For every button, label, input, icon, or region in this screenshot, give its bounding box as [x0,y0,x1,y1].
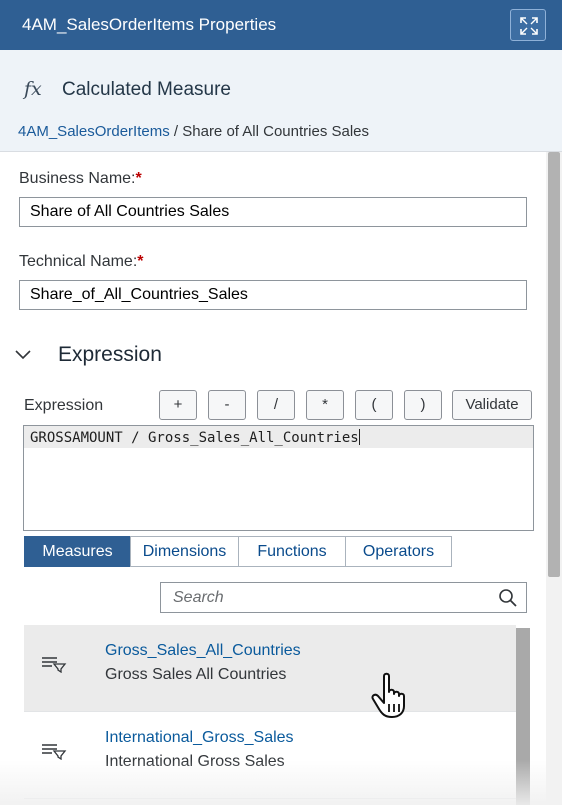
technical-name-input[interactable] [19,280,527,310]
business-name-required-mark: * [135,170,142,187]
business-name-label-text: Business Name: [19,170,136,187]
tab-measures[interactable]: Measures [24,536,131,567]
panel-title-bar: 4AM_SalesOrderItems Properties [0,0,562,50]
expression-editor[interactable]: GROSSAMOUNT / Gross_Sales_All_Countries [23,425,534,531]
panel-title: 4AM_SalesOrderItems Properties [22,15,277,34]
expression-code: GROSSAMOUNT / Gross_Sales_All_Countries [30,429,360,446]
search-placeholder: Search [173,589,224,606]
operator-multiply-button[interactable]: * [306,390,344,420]
operator-divide-button[interactable]: / [257,390,295,420]
measure-description: Gross Sales All Countries [105,666,287,683]
fullscreen-button[interactable] [510,9,546,41]
expression-label: Expression [24,397,104,414]
measure-search-field[interactable]: Search [160,582,527,613]
breadcrumb-current: Share of All Countries Sales [182,123,370,140]
hand-pointer-cursor-icon [371,672,405,718]
validate-button[interactable]: Validate [452,390,532,420]
object-header: fx Calculated Measure 4AM_SalesOrderItem… [0,50,562,152]
measure-list-scrollbar[interactable] [516,628,530,805]
expression-section-title: Expression [58,343,162,366]
business-name-input[interactable] [19,197,527,227]
technical-name-required-mark: * [137,253,144,270]
measure-name-link[interactable]: International_Gross_Sales [105,729,294,747]
panel-scrollbar-thumb[interactable] [548,152,560,577]
measure-name-link[interactable]: Gross_Sales_All_Countries [105,642,301,660]
calculated-measure-icon: fx [24,78,42,100]
search-icon[interactable] [498,588,518,608]
object-type-label: Calculated Measure [62,79,231,100]
expression-code-text: GROSSAMOUNT / Gross_Sales_All_Countries [30,430,359,446]
operator-plus-button[interactable]: + [159,390,197,420]
list-item[interactable]: Gross_Sales_All_Countries Gross Sales Al… [24,625,516,712]
breadcrumb: 4AM_SalesOrderItems / Share of All Count… [18,123,369,140]
list-item[interactable]: International_Gross_Sales International … [24,712,516,799]
tab-dimensions[interactable]: Dimensions [130,536,239,567]
fullscreen-icon [520,17,538,35]
tab-operators[interactable]: Operators [345,536,452,567]
measure-icon [42,744,67,760]
technical-name-label-text: Technical Name: [19,253,138,270]
technical-name-label: Technical Name:* [19,253,144,271]
operator-close-paren-button[interactable]: ) [404,390,442,420]
measure-icon [42,657,67,673]
text-caret [358,429,360,445]
chevron-down-icon [15,350,31,360]
tab-functions[interactable]: Functions [238,536,346,567]
business-name-label: Business Name:* [19,170,142,188]
breadcrumb-separator: / [169,123,183,140]
measure-description: International Gross Sales [105,753,285,770]
operator-open-paren-button[interactable]: ( [355,390,393,420]
breadcrumb-parent-link[interactable]: 4AM_SalesOrderItems [18,123,170,140]
operator-minus-button[interactable]: - [208,390,246,420]
